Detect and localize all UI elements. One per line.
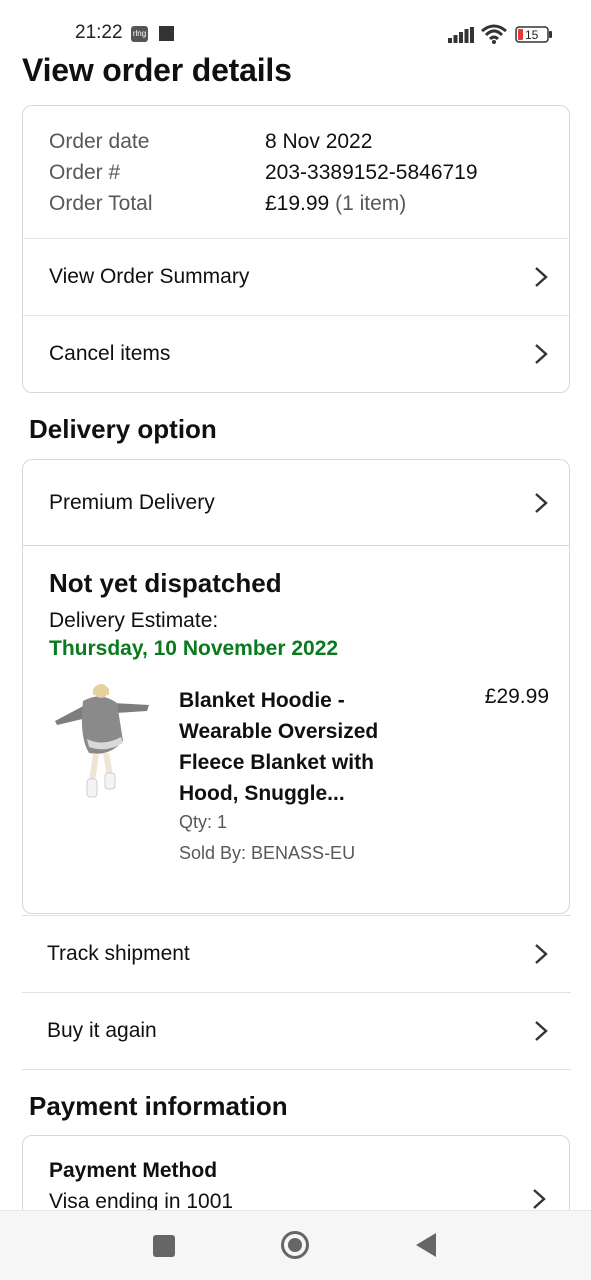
order-item-count: (1 item) bbox=[335, 192, 407, 215]
notification-badge: rlng bbox=[131, 26, 148, 42]
battery-icon: 15 bbox=[515, 26, 552, 43]
track-shipment-label: Track shipment bbox=[47, 942, 190, 965]
view-order-summary-label: View Order Summary bbox=[49, 265, 250, 288]
wifi-icon bbox=[481, 24, 507, 44]
buy-it-again-link[interactable]: Buy it again bbox=[22, 992, 571, 1070]
order-total-amount: £19.99 bbox=[265, 192, 330, 215]
signal-icon bbox=[448, 27, 474, 43]
product-title[interactable]: Blanket Hoodie - Wearable Oversized Flee… bbox=[179, 685, 419, 809]
order-date-label: Order date bbox=[49, 130, 150, 153]
order-date-row: Order date 8 Nov 2022 bbox=[49, 126, 569, 157]
product-quantity: Qty: 1 bbox=[179, 812, 228, 832]
shipment-block: Not yet dispatched Delivery Estimate: Th… bbox=[23, 545, 569, 913]
recents-icon[interactable] bbox=[153, 1235, 175, 1257]
order-total-label: Order Total bbox=[49, 192, 153, 215]
cancel-items-label: Cancel items bbox=[49, 342, 171, 365]
chevron-right-icon bbox=[535, 944, 548, 964]
product-image[interactable] bbox=[49, 681, 153, 805]
order-number-row: Order # 203-3389152-5846719 bbox=[49, 157, 569, 188]
chevron-right-icon bbox=[535, 492, 548, 513]
buy-it-again-label: Buy it again bbox=[47, 1019, 157, 1042]
shipment-status: Not yet dispatched bbox=[49, 568, 282, 598]
product-seller: Sold By: BENASS-EU bbox=[179, 843, 356, 863]
order-date-value: 8 Nov 2022 bbox=[265, 130, 373, 153]
delivery-section-title: Delivery option bbox=[29, 414, 217, 444]
order-number-value: 203-3389152-5846719 bbox=[265, 161, 478, 184]
order-total-value: £19.99 (1 item) bbox=[265, 188, 406, 219]
order-total-row: Order Total £19.99 (1 item) bbox=[49, 188, 569, 219]
delivery-option-link[interactable]: Premium Delivery bbox=[23, 460, 569, 545]
page-title: View order details bbox=[22, 52, 292, 88]
cancel-items-link[interactable]: Cancel items bbox=[23, 315, 569, 392]
track-shipment-link[interactable]: Track shipment bbox=[22, 915, 571, 992]
chevron-right-icon bbox=[535, 267, 548, 287]
system-nav-bar bbox=[0, 1210, 591, 1280]
notification-icon bbox=[159, 26, 174, 41]
order-info-card: Order date 8 Nov 2022 Order # 203-338915… bbox=[22, 105, 570, 393]
chevron-right-icon bbox=[533, 1189, 546, 1209]
payment-section-title: Payment information bbox=[29, 1091, 288, 1121]
status-time: 21:22 bbox=[75, 22, 123, 43]
delivery-option-label: Premium Delivery bbox=[49, 490, 215, 514]
status-bar: 21:22 rlng 15 bbox=[0, 0, 591, 56]
delivery-estimate-label: Delivery Estimate: bbox=[49, 609, 219, 632]
view-order-summary-link[interactable]: View Order Summary bbox=[23, 238, 569, 315]
order-number-label: Order # bbox=[49, 161, 121, 184]
back-icon[interactable] bbox=[414, 1232, 438, 1258]
chevron-right-icon bbox=[535, 1021, 548, 1041]
battery-level: 15 bbox=[525, 28, 539, 42]
home-icon[interactable] bbox=[280, 1230, 310, 1260]
product-item[interactable]: Blanket Hoodie - Wearable Oversized Flee… bbox=[49, 681, 549, 881]
chevron-right-icon bbox=[535, 344, 548, 364]
delivery-card: Premium Delivery Not yet dispatched Deli… bbox=[22, 459, 570, 914]
delivery-estimate-date: Thursday, 10 November 2022 bbox=[49, 637, 339, 660]
order-info-rows: Order date 8 Nov 2022 Order # 203-338915… bbox=[23, 106, 569, 238]
payment-method-title: Payment Method bbox=[49, 1159, 218, 1182]
product-price: £29.99 bbox=[484, 685, 549, 708]
